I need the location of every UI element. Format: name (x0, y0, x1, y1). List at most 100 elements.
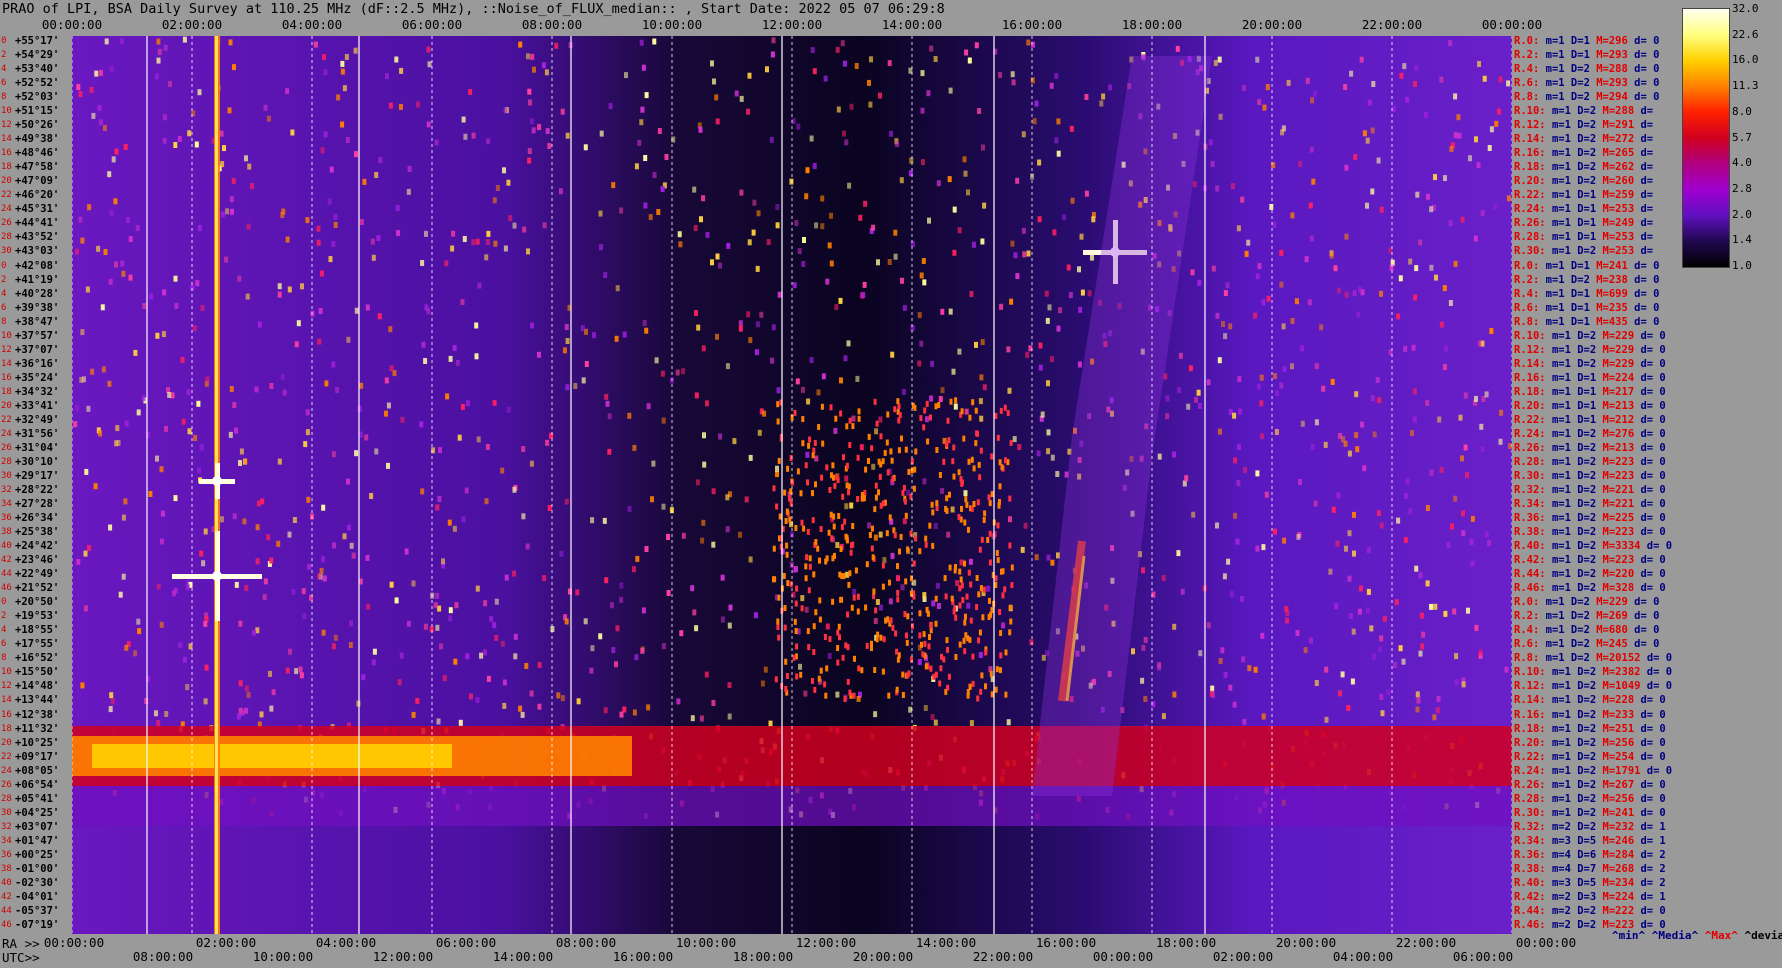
heatmap-pixel (979, 447, 983, 454)
heatmap-pixel (933, 719, 938, 726)
stat-row: R.8: m=1 D=1 M=435 d= 0 (1514, 316, 1659, 327)
heatmap-pixel (830, 535, 834, 542)
heatmap-pixel (1054, 137, 1059, 144)
heatmap-pixel (427, 61, 432, 68)
heatmap-pixel (775, 503, 779, 510)
heatmap-pixel (842, 60, 847, 67)
heatmap-pixel (954, 614, 958, 621)
stat-max: M=328 (1602, 582, 1635, 595)
heatmap-pixel (732, 438, 737, 445)
heatmap-pixel (922, 631, 926, 638)
heatmap-pixel (823, 75, 828, 82)
heatmap-pixel (640, 647, 645, 654)
heatmap-pixel (746, 311, 751, 318)
heatmap-pixel (807, 644, 811, 651)
heatmap-pixel (513, 633, 518, 640)
heatmap-pixel (229, 386, 234, 392)
heatmap-pixel (644, 327, 649, 334)
stat-max: M=291 (1602, 119, 1635, 132)
heatmap-pixel (564, 324, 569, 331)
top-axis-tick: 18:00:00 (1121, 17, 1183, 32)
stat-median: D=2 (1577, 526, 1597, 539)
heatmap-pixel (1377, 510, 1381, 517)
heatmap-pixel (849, 549, 853, 556)
declination-label: +50°26' (15, 119, 60, 132)
heatmap-pixel (177, 135, 182, 142)
heatmap-pixel (1507, 195, 1511, 202)
top-axis-tick: 20:00:00 (1241, 17, 1303, 32)
heatmap-pixel (236, 713, 241, 720)
heatmap-pixel (1269, 204, 1274, 210)
heatmap-pixel (244, 707, 249, 714)
heatmap-pixel (1026, 250, 1031, 257)
heatmap-pixel (814, 455, 819, 462)
heatmap-pixel (1099, 100, 1104, 107)
stat-median: D=2 (1577, 498, 1597, 511)
stat-max: M=223 (1602, 554, 1635, 567)
stat-median: D=1 (1577, 413, 1597, 426)
heatmap-pixel (399, 652, 404, 659)
heatmap-pixel (887, 692, 891, 699)
heatmap-pixel (398, 103, 403, 110)
heatmap-pixel (979, 688, 983, 695)
heatmap-pixel (453, 658, 458, 665)
heatmap-pixel (935, 500, 939, 507)
heatmap-pixel (896, 575, 900, 582)
heatmap-pixel (450, 245, 455, 252)
heatmap-pixel (1242, 718, 1247, 725)
heatmap-pixel (244, 155, 248, 162)
heatmap-pixel (1232, 412, 1237, 419)
heatmap-pixel (921, 651, 925, 658)
heatmap-pixel (111, 156, 116, 163)
stat-row: R.38: m=1 D=2 M=223 d= 0 (1514, 526, 1666, 539)
row-index: 18 (1, 386, 12, 397)
declination-label: +21°52' (15, 582, 60, 595)
heatmap-pixel (199, 444, 204, 451)
heatmap-pixel (1432, 714, 1437, 721)
heatmap-pixel (197, 225, 202, 232)
heatmap-pixel (1004, 457, 1007, 464)
heatmap-pixel (581, 377, 586, 384)
heatmap-pixel (1141, 567, 1145, 574)
heatmap-pixel (299, 672, 304, 679)
heatmap-pixel (1241, 656, 1246, 663)
heatmap-pixel (940, 653, 943, 660)
stat-deviation: d= 0 (1640, 399, 1666, 412)
heatmap-pixel (1463, 444, 1468, 451)
stat-deviation: d= 0 (1634, 610, 1660, 623)
heatmap-pixel (110, 698, 115, 705)
heatmap-pixel (756, 210, 761, 217)
stat-max: M=225 (1602, 512, 1635, 525)
stat-row: R.8: m=1 D=2 M=20152 d= 0 (1514, 653, 1672, 664)
colorbar-tick: 1.0 (1732, 259, 1752, 272)
heatmap-pixel (847, 489, 850, 496)
heatmap-pixel (969, 291, 974, 297)
heatmap-pixel (1453, 495, 1458, 502)
ra-axis-tick: 06:00:00 (435, 935, 497, 950)
stat-min: m=3 (1551, 834, 1571, 847)
heatmap-pixel (484, 254, 489, 261)
stat-max: M=229 (1596, 596, 1628, 609)
utc-axis-tick: 02:00:00 (1212, 949, 1274, 964)
heatmap-pixel (182, 36, 187, 43)
heatmap-pixel (1233, 457, 1238, 464)
heatmap-pixel (777, 634, 781, 641)
stat-max: M=288 (1596, 63, 1628, 76)
heatmap-pixel (734, 90, 739, 97)
row-index: 28 (1, 456, 12, 467)
heatmap-pixel (1379, 693, 1384, 700)
heatmap-pixel (1056, 150, 1061, 157)
heatmap-pixel (725, 494, 730, 501)
heatmap-pixel (1414, 265, 1419, 272)
stat-min: m=1 (1551, 708, 1571, 721)
heatmap-pixel (792, 654, 796, 661)
heatmap-pixel (954, 397, 958, 404)
heatmap-pixel (608, 103, 613, 110)
heatmap-pixel (914, 448, 918, 455)
declination-label: +05°41' (15, 792, 60, 805)
heatmap-pixel (1300, 345, 1305, 352)
top-axis-tick: 12:00:00 (761, 17, 823, 32)
heatmap-pixel (419, 421, 424, 428)
heatmap-pixel (957, 469, 961, 476)
heatmap-pixel (554, 42, 559, 49)
